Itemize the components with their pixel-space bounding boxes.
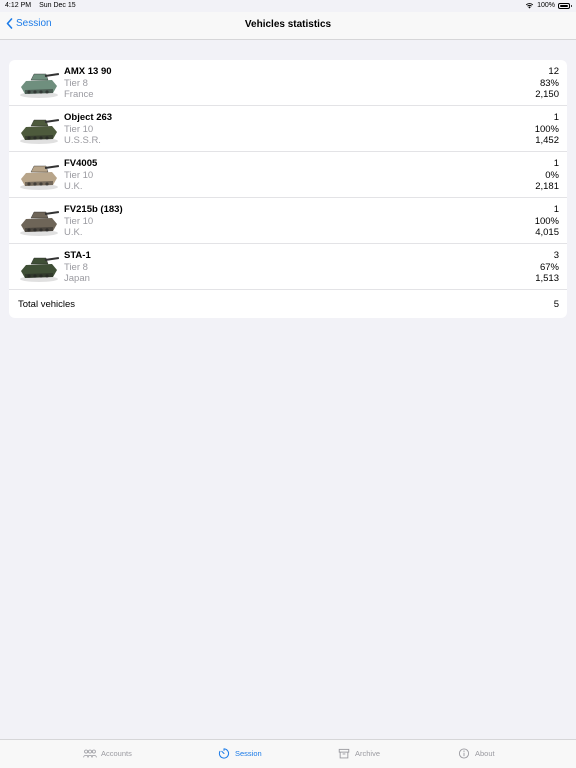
tab-about-label: About [475,749,495,758]
vehicle-tier: Tier 8 [64,261,88,273]
archive-icon [338,748,350,759]
page-title: Vehicles statistics [244,19,332,30]
vehicle-battles: 1 [553,158,559,169]
vehicle-row[interactable]: FV4005 Tier 10 U.K. 1 0% 2,181 [9,152,567,198]
vehicle-name: Object 263 [64,112,113,123]
vehicle-row[interactable]: AMX 13 90 Tier 8 France 12 83% 2,150 [9,60,567,106]
vehicle-name: STA-1 [64,250,91,261]
vehicle-nation: U.S.S.R. [64,135,101,146]
vehicle-nation: Japan [64,273,90,284]
vehicle-tier: Tier 10 [64,215,94,227]
wifi-icon [525,3,534,9]
battery-icon [558,2,572,9]
vehicle-battles: 3 [553,250,559,261]
vehicle-tier: Tier 8 [64,77,88,89]
tank-icon [20,165,60,190]
tab-about[interactable]: About [457,748,495,759]
status-date: Sun Dec 15 [39,2,76,9]
total-vehicles-label: Total vehicles [18,299,76,310]
vehicle-damage: 1,452 [535,135,559,146]
vehicle-damage: 1,513 [535,273,559,284]
tab-session-label: Session [235,749,262,758]
people-icon [83,749,97,758]
status-bar: 4:12 PM Sun Dec 15 100% [0,0,576,12]
vehicle-win-rate: 100% [534,215,559,227]
tank-icon [20,211,60,236]
vehicle-win-rate: 100% [534,123,559,135]
vehicle-tier: Tier 10 [64,169,94,181]
vehicle-nation: U.K. [64,227,83,238]
navigation-bar: Session Vehicles statistics [0,12,576,40]
tab-archive-label: Archive [355,749,381,758]
vehicle-nation: France [64,89,94,100]
vehicle-win-rate: 67% [539,261,559,273]
vehicle-row[interactable]: FV215b (183) Tier 10 U.K. 1 100% 4,015 [9,198,567,244]
vehicles-list: AMX 13 90 Tier 8 France 12 83% 2,150 Obj… [9,60,567,318]
vehicle-damage: 2,150 [535,89,559,100]
tab-archive[interactable]: Archive [337,748,380,759]
vehicle-win-rate: 83% [539,77,559,89]
vehicle-nation: U.K. [64,181,83,192]
vehicle-damage: 4,015 [535,227,559,238]
vehicle-name: AMX 13 90 [64,66,112,77]
vehicle-row[interactable]: STA-1 Tier 8 Japan 3 67% 1,513 [9,244,567,290]
status-time: 4:12 PM [5,2,32,9]
total-vehicles-row: Total vehicles 5 [9,290,567,318]
vehicle-battles: 1 [553,204,559,215]
vehicle-row[interactable]: Object 263 Tier 10 U.S.S.R. 1 100% 1,452 [9,106,567,152]
vehicle-win-rate: 0% [545,169,559,181]
info-icon [458,748,470,759]
battery-percent: 100% [537,2,555,9]
vehicle-tier: Tier 10 [64,123,94,135]
vehicle-name: FV215b (183) [64,204,123,215]
vehicle-battles: 12 [548,66,559,77]
tank-icon [20,257,60,282]
tab-accounts-label: Accounts [101,749,132,758]
total-vehicles-value: 5 [553,299,559,310]
tank-icon [20,73,60,98]
tab-session[interactable]: Session [217,748,262,759]
tank-icon [20,119,60,144]
tab-bar: Accounts Session Archive About [0,739,576,768]
vehicle-battles: 1 [553,112,559,123]
tab-accounts[interactable]: Accounts [83,748,132,759]
timer-icon [218,748,230,759]
vehicle-damage: 2,181 [535,181,559,192]
vehicle-name: FV4005 [64,158,98,169]
